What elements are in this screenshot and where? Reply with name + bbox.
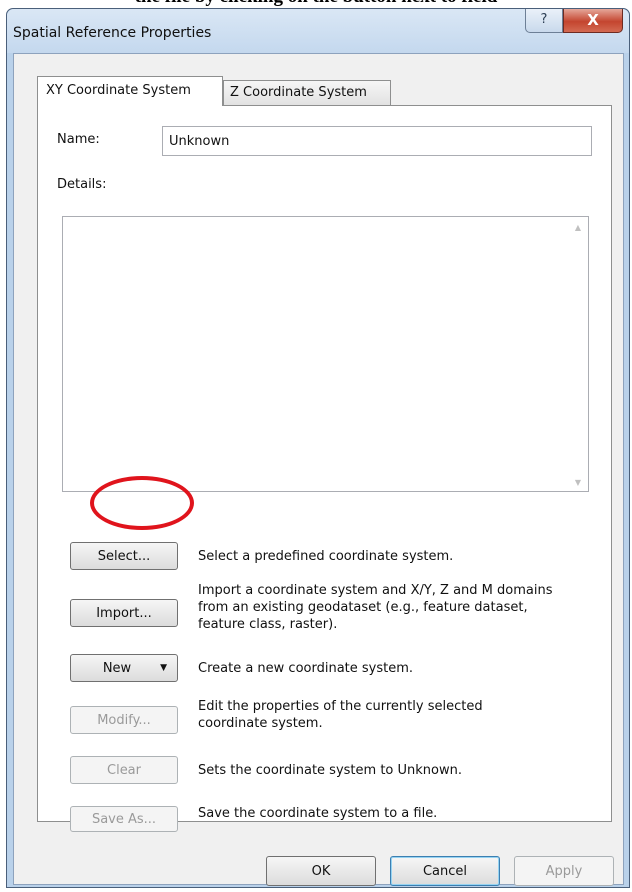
instruction-caption: the file by clicking on the button next … — [0, 0, 632, 8]
dialog-body: XY Coordinate System Z Coordinate System… — [13, 53, 624, 886]
modify-description: Edit the properties of the currently sel… — [198, 699, 483, 731]
help-button[interactable]: ? — [525, 9, 563, 33]
tab-panel: Name: Details: ▲ ▼ Select... Select a pr… — [37, 105, 612, 832]
title-bar: Spatial Reference Properties ? X — [7, 9, 629, 53]
modify-button[interactable]: Modify... — [70, 706, 178, 734]
new-button-label: New — [102, 660, 132, 676]
name-field[interactable] — [162, 126, 592, 156]
save-as-button[interactable]: Save As... — [70, 806, 178, 832]
help-icon: ? — [540, 12, 548, 27]
ok-button[interactable]: OK — [266, 856, 376, 886]
clear-button[interactable]: Clear — [70, 756, 178, 784]
scroll-down-arrow-icon[interactable]: ▼ — [570, 478, 586, 487]
close-icon: X — [587, 11, 599, 29]
apply-button[interactable]: Apply — [514, 856, 614, 886]
tab-z-coordinate-system[interactable]: Z Coordinate System — [223, 80, 391, 105]
window-title: Spatial Reference Properties — [13, 25, 212, 41]
dialog-window: Spatial Reference Properties ? X XY Coor… — [6, 8, 630, 888]
new-description: Create a new coordinate system. — [198, 661, 414, 676]
save-as-description: Save the coordinate system to a file. — [198, 806, 438, 821]
dropdown-arrow-icon: ▼ — [160, 663, 167, 673]
details-textarea[interactable]: ▲ ▼ — [62, 216, 589, 492]
select-button[interactable]: Select... — [70, 542, 178, 570]
details-label: Details: — [57, 177, 107, 192]
clear-description: Sets the coordinate system to Unknown. — [198, 763, 462, 778]
name-label: Name: — [57, 132, 100, 147]
close-button[interactable]: X — [563, 9, 623, 33]
select-description: Select a predefined coordinate system. — [198, 549, 454, 564]
import-description: Import a coordinate system and X/Y, Z an… — [198, 583, 553, 632]
cancel-button[interactable]: Cancel — [390, 856, 500, 886]
tab-xy-coordinate-system[interactable]: XY Coordinate System — [37, 76, 223, 106]
new-button[interactable]: New ▼ — [70, 654, 178, 682]
scroll-up-arrow-icon[interactable]: ▲ — [570, 223, 586, 232]
import-button[interactable]: Import... — [70, 599, 178, 627]
